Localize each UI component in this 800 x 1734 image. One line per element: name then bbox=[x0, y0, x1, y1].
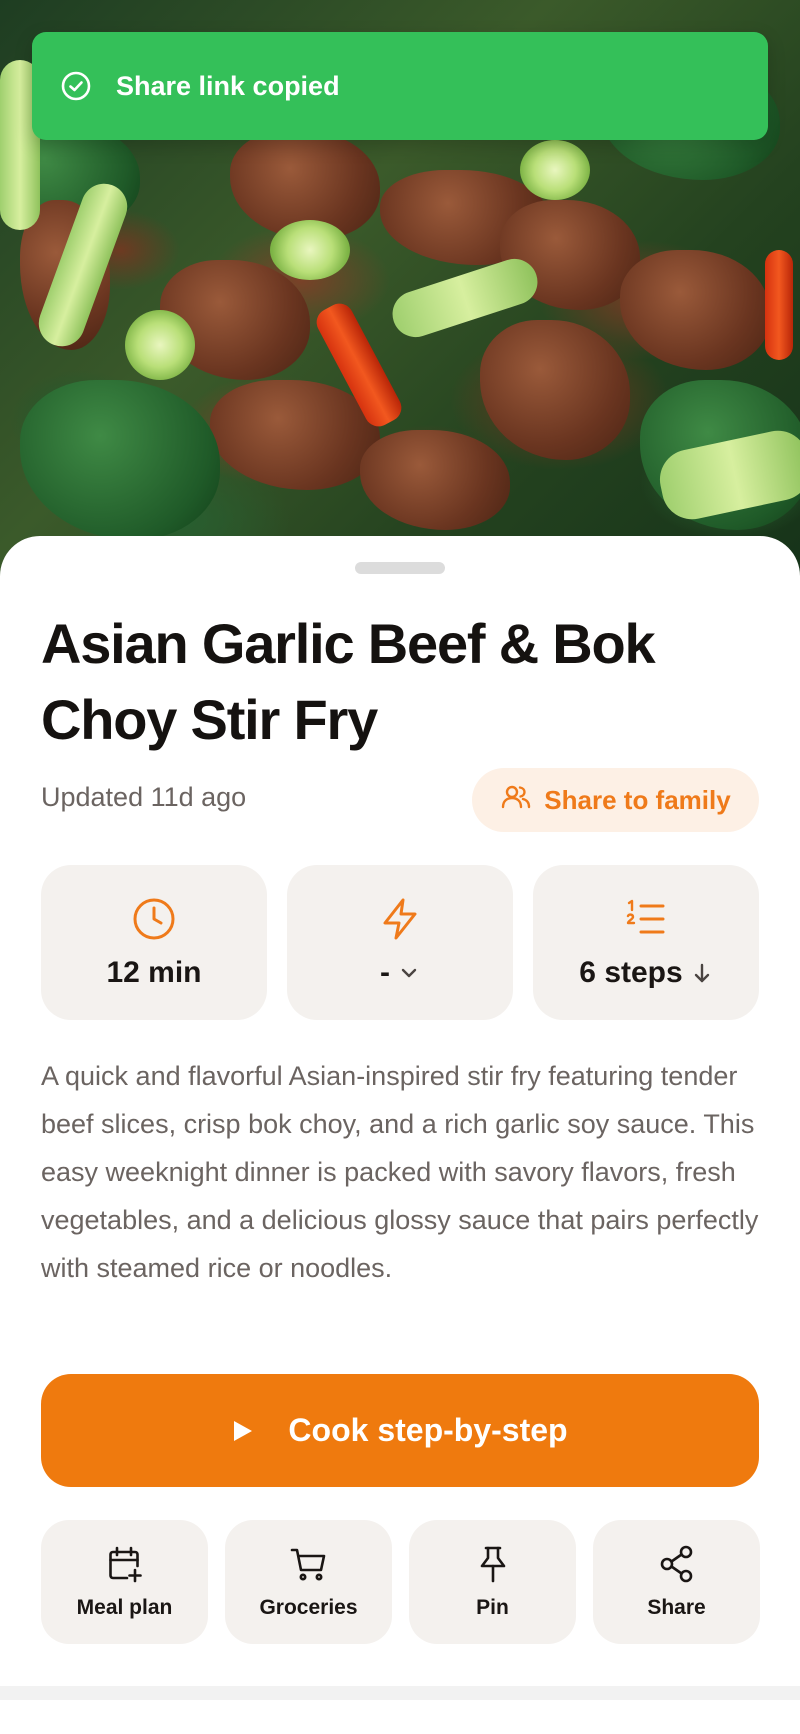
recipe-detail-sheet: Asian Garlic Beef & Bok Choy Stir Fry Up… bbox=[0, 536, 800, 1686]
check-circle-icon bbox=[60, 70, 92, 102]
clock-icon bbox=[133, 898, 175, 939]
next-section-divider bbox=[0, 1686, 800, 1700]
cook-time-value: 12 min bbox=[106, 955, 202, 989]
recipe-description: A quick and flavorful Asian-inspired sti… bbox=[41, 1061, 759, 1283]
cook-step-by-step-button[interactable]: Cook step-by-step bbox=[41, 1374, 759, 1487]
pin-button[interactable]: Pin bbox=[409, 1520, 576, 1644]
arrow-down-icon bbox=[694, 963, 709, 982]
lightning-icon bbox=[383, 898, 417, 939]
cook-button-label: Cook step-by-step bbox=[288, 1412, 568, 1448]
play-icon bbox=[234, 1420, 253, 1441]
share-link-toast: Share link copied bbox=[32, 32, 768, 140]
cart-icon bbox=[290, 1548, 325, 1581]
meal-plan-button[interactable]: Meal plan bbox=[41, 1520, 208, 1644]
difficulty-card[interactable]: - bbox=[287, 865, 513, 1020]
sheet-drag-handle[interactable] bbox=[355, 562, 445, 574]
numbered-list-icon bbox=[626, 899, 665, 933]
toast-message: Share link copied bbox=[116, 70, 340, 101]
share-label: Share bbox=[647, 1596, 706, 1619]
difficulty-value: - bbox=[380, 955, 390, 989]
recipe-title: Asian Garlic Beef & Bok Choy Stir Fry bbox=[41, 612, 656, 751]
family-icon bbox=[500, 781, 532, 820]
groceries-button[interactable]: Groceries bbox=[225, 1520, 392, 1644]
share-to-family-label: Share to family bbox=[544, 784, 731, 815]
share-button[interactable]: Share bbox=[593, 1520, 760, 1644]
share-to-family-button[interactable]: Share to family bbox=[472, 768, 759, 832]
meal-plan-label: Meal plan bbox=[76, 1596, 173, 1619]
pin-icon bbox=[480, 1546, 505, 1583]
updated-timestamp: Updated 11d ago bbox=[41, 782, 247, 812]
chevron-down-icon bbox=[401, 968, 417, 977]
pin-label: Pin bbox=[476, 1596, 509, 1619]
groceries-label: Groceries bbox=[259, 1596, 358, 1619]
calendar-plus-icon bbox=[108, 1546, 142, 1583]
cook-time-card: 12 min bbox=[41, 865, 267, 1020]
share-icon bbox=[660, 1545, 692, 1583]
steps-count-value: 6 steps bbox=[579, 955, 683, 989]
steps-card[interactable]: 6 steps bbox=[533, 865, 759, 1020]
